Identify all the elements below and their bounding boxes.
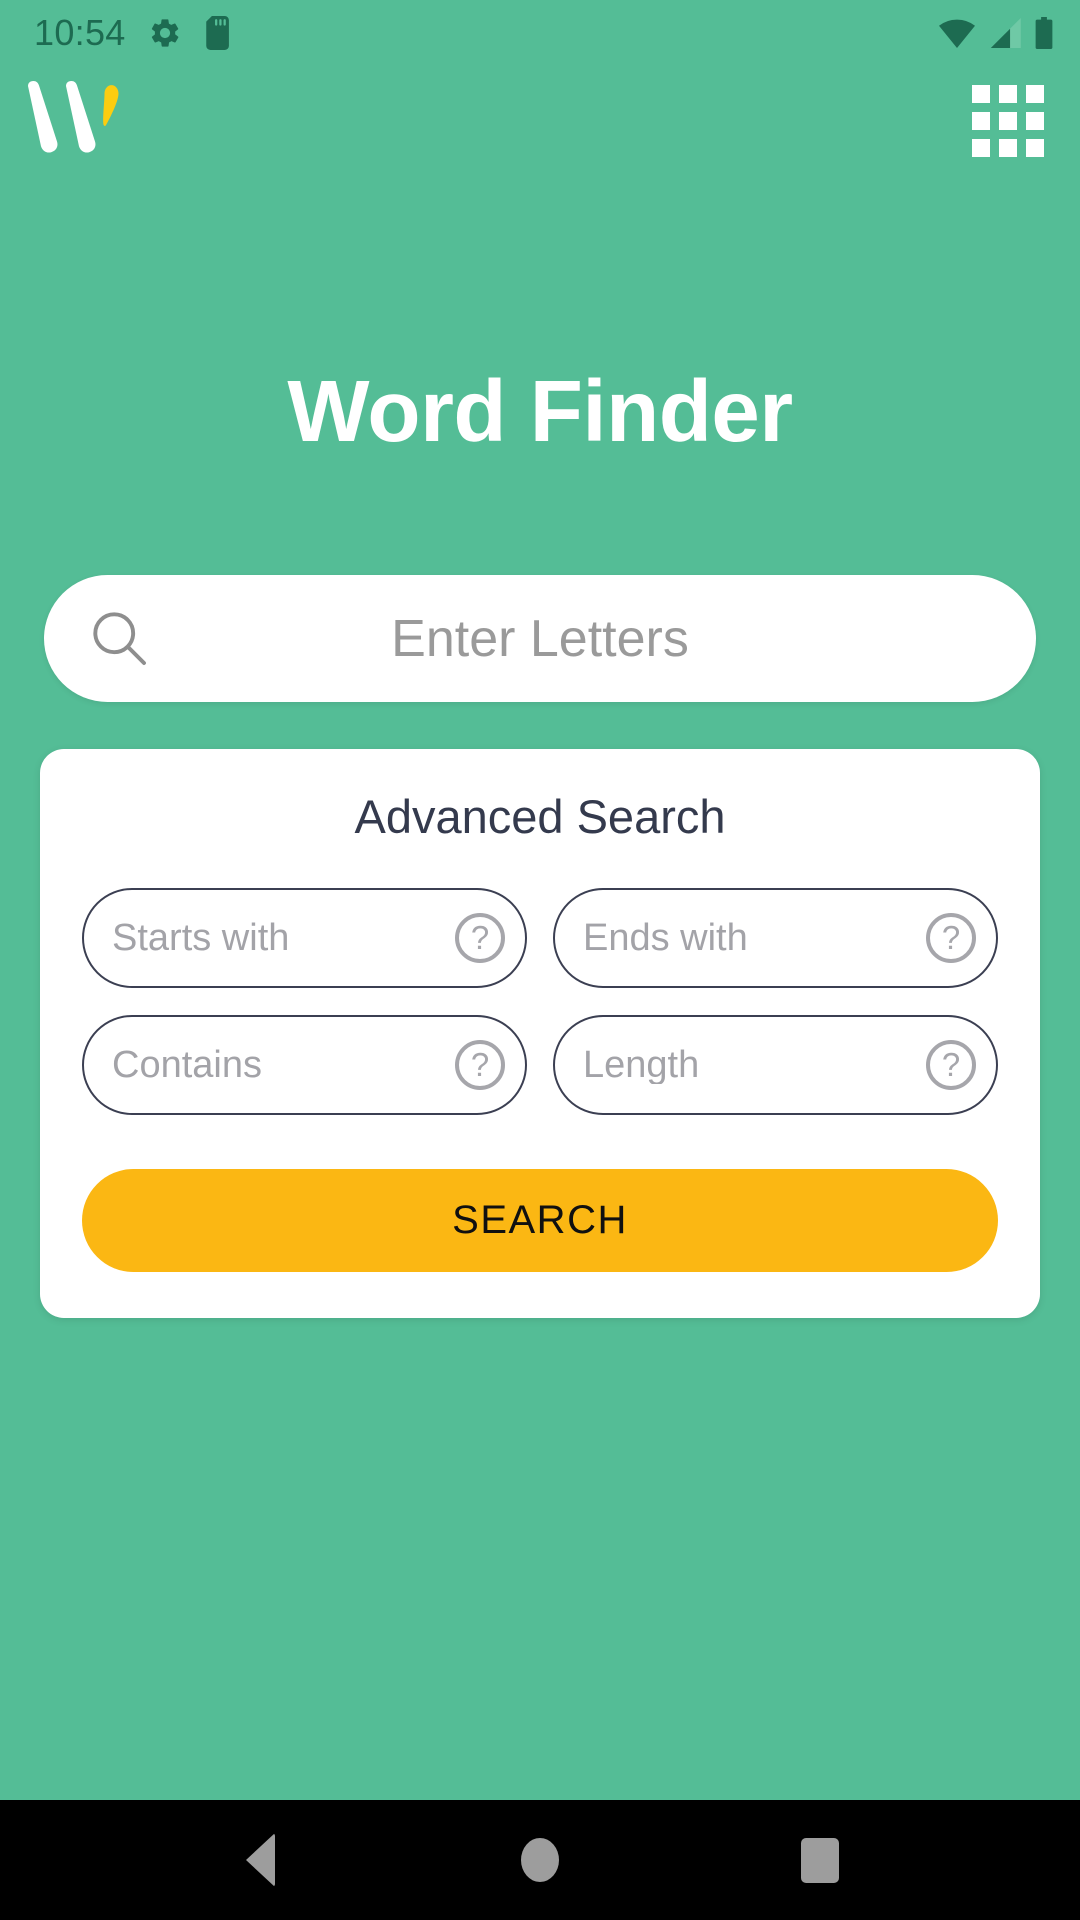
length-field[interactable]: Length ? (553, 1015, 998, 1115)
grid-cell (972, 112, 990, 130)
starts-with-placeholder: Starts with (112, 919, 290, 957)
battery-icon (1035, 17, 1053, 49)
ends-with-help-icon[interactable]: ? (926, 913, 976, 963)
word-finder-logo[interactable] (26, 78, 146, 164)
contains-field[interactable]: Contains ? (82, 1015, 527, 1115)
grid-cell (999, 139, 1017, 157)
nav-home-button[interactable] (480, 1800, 600, 1920)
android-nav-bar (0, 1800, 1080, 1920)
nav-back-button[interactable] (200, 1800, 320, 1920)
advanced-search-fields: Starts with ? Ends with ? Contains ? Len… (82, 888, 998, 1115)
starts-with-field[interactable]: Starts with ? (82, 888, 527, 988)
app-bar (0, 66, 1080, 176)
length-help-icon[interactable]: ? (926, 1040, 976, 1090)
search-icon (90, 609, 150, 669)
cellular-signal-icon (990, 18, 1021, 48)
starts-with-help-icon[interactable]: ? (455, 913, 505, 963)
status-clock: 10:54 (34, 12, 126, 53)
help-glyph: ? (941, 1045, 961, 1083)
title-section: Word Finder (0, 368, 1080, 455)
grid-menu-icon[interactable] (972, 85, 1044, 157)
letters-search-bar[interactable]: Enter Letters (44, 575, 1036, 702)
ends-with-field[interactable]: Ends with ? (553, 888, 998, 988)
contains-help-icon[interactable]: ? (455, 1040, 505, 1090)
grid-cell (1026, 139, 1044, 157)
recents-square-icon (801, 1837, 839, 1883)
advanced-search-title: Advanced Search (354, 790, 726, 843)
wifi-icon (939, 19, 975, 48)
status-bar: 10:54 (0, 0, 1080, 66)
grid-cell (1026, 112, 1044, 130)
app-screen: 10:54 Word Finder Enter Letters Advanced… (0, 0, 1080, 1920)
sd-card-icon (205, 16, 229, 50)
settings-gear-icon (151, 19, 178, 47)
search-input[interactable]: Enter Letters (44, 613, 1036, 665)
ends-with-placeholder: Ends with (583, 919, 748, 957)
help-glyph: ? (941, 918, 961, 956)
status-bar-left: 10:54 (34, 15, 234, 51)
help-glyph: ? (470, 1045, 490, 1083)
grid-cell (999, 85, 1017, 103)
advanced-search-card: Advanced Search Starts with ? Ends with … (40, 749, 1040, 1318)
nav-recents-button[interactable] (760, 1800, 880, 1920)
page-title: Word Finder (287, 363, 793, 460)
grid-cell (1026, 85, 1044, 103)
grid-cell (999, 112, 1017, 130)
home-circle-icon (521, 1838, 559, 1882)
status-bar-right (938, 17, 1054, 49)
length-placeholder: Length (583, 1046, 700, 1084)
back-triangle-icon (245, 1833, 275, 1887)
grid-cell (972, 85, 990, 103)
grid-cell (972, 139, 990, 157)
contains-placeholder: Contains (112, 1046, 262, 1084)
help-glyph: ? (470, 918, 490, 956)
search-button[interactable]: SEARCH (82, 1169, 998, 1272)
